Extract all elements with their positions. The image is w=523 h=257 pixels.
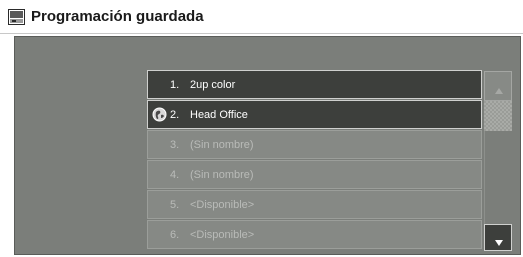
- item-label: <Disponible>: [190, 229, 255, 241]
- program-list: 1. 2up color 2. Head Office 3. (Sin nomb…: [147, 70, 482, 250]
- program-item-6[interactable]: 6. <Disponible>: [147, 220, 482, 249]
- title-bar: Programación guardada: [0, 0, 523, 34]
- page-title: Programación guardada: [31, 8, 204, 25]
- item-number: 5.: [170, 199, 180, 211]
- scrollbar-thumb[interactable]: [484, 101, 512, 131]
- program-item-1[interactable]: 1. 2up color: [147, 70, 482, 99]
- scroll-down-button[interactable]: [484, 224, 512, 251]
- item-number: 3.: [170, 139, 180, 151]
- scroll-up-arrow-icon: [494, 82, 504, 94]
- item-number: 2.: [170, 109, 180, 121]
- item-label: <Disponible>: [190, 199, 255, 211]
- item-number: 1.: [170, 79, 180, 91]
- item-number: 6.: [170, 229, 180, 241]
- program-item-5[interactable]: 5. <Disponible>: [147, 190, 482, 219]
- item-label: 2up color: [190, 79, 236, 91]
- item-label: (Sin nombre): [190, 169, 254, 181]
- item-label: (Sin nombre): [190, 139, 254, 151]
- item-label: Head Office: [190, 109, 248, 121]
- scrollbar-track[interactable]: [484, 131, 512, 224]
- scroll-down-arrow-icon: [494, 234, 504, 246]
- saved-program-icon: [8, 9, 25, 25]
- program-item-2[interactable]: 2. Head Office: [147, 100, 482, 129]
- globe-icon: [152, 107, 167, 122]
- scroll-up-button[interactable]: [484, 71, 512, 101]
- program-item-3[interactable]: 3. (Sin nombre): [147, 130, 482, 159]
- program-item-4[interactable]: 4. (Sin nombre): [147, 160, 482, 189]
- item-number: 4.: [170, 169, 180, 181]
